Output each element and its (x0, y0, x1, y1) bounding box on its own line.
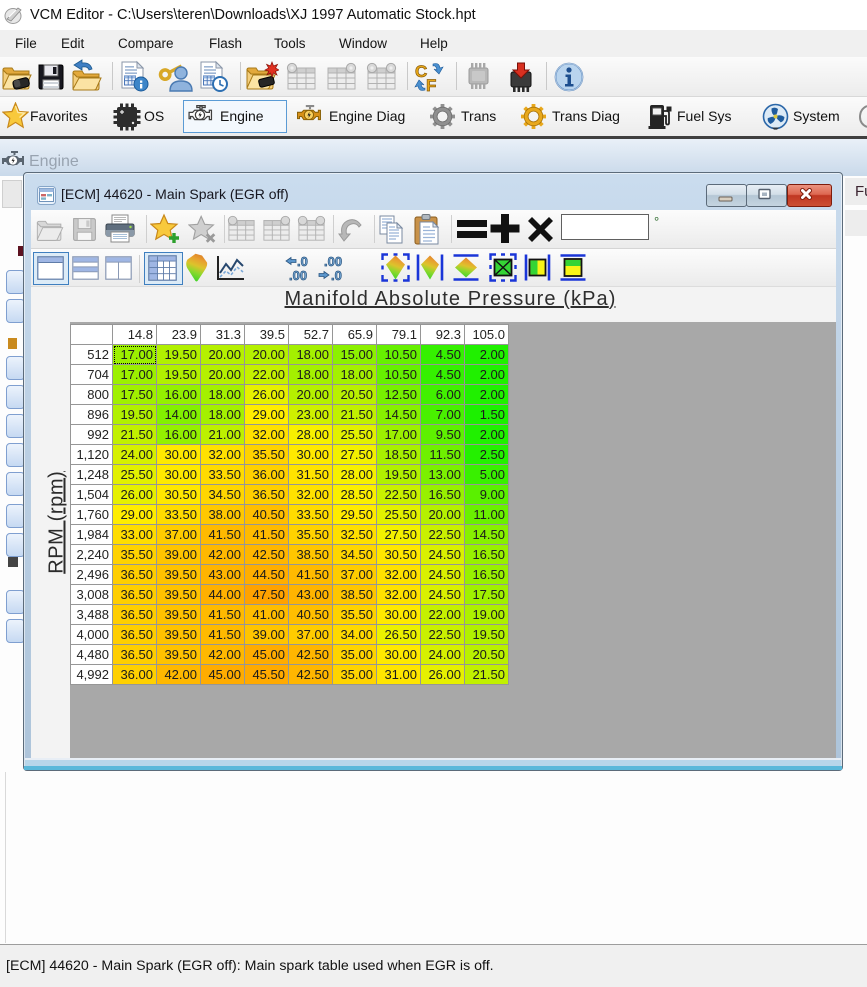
svg-text:.0: .0 (297, 254, 308, 269)
svg-text:.00: .00 (289, 268, 307, 282)
svg-text:.00: .00 (324, 254, 342, 269)
svg-text:.0: .0 (331, 268, 342, 282)
svg-text:F: F (426, 76, 436, 94)
